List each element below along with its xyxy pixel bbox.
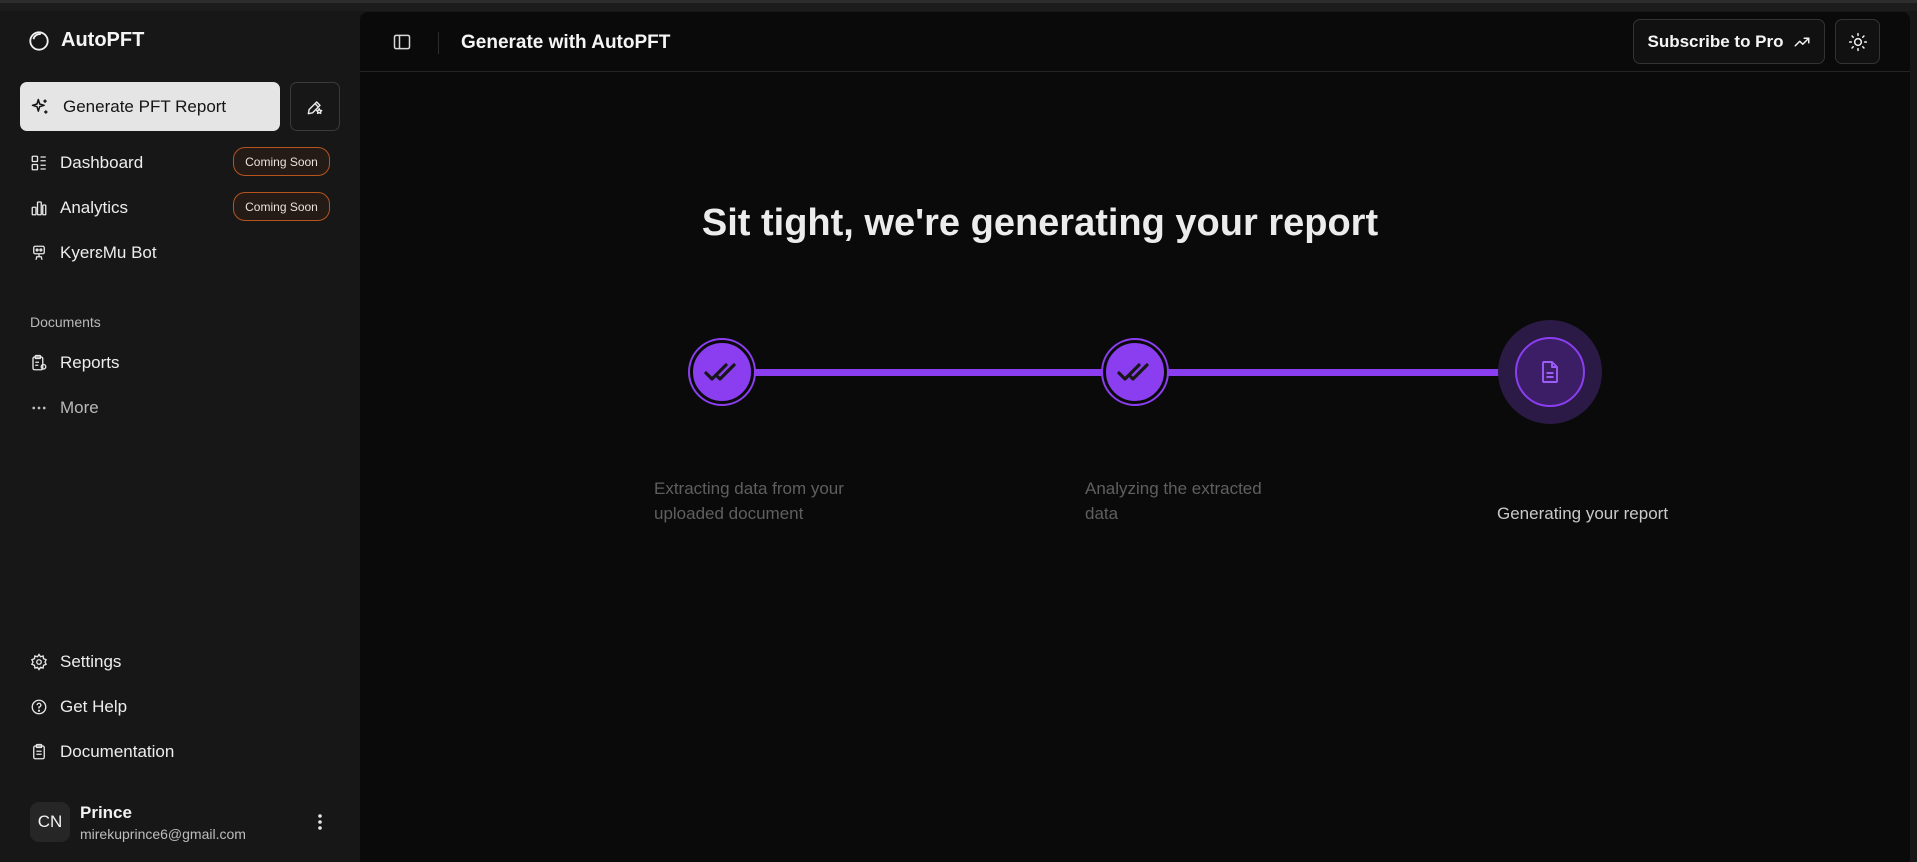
main-panel: Generate with AutoPFT Subscribe to Pro S… (360, 12, 1910, 862)
double-check-icon (1117, 363, 1149, 381)
sidebar-item-label: Settings (60, 652, 122, 671)
toggle-sidebar-button[interactable] (390, 30, 414, 54)
top-header: Generate with AutoPFT Subscribe to Pro (360, 12, 1910, 72)
clipboard-icon (33, 743, 45, 760)
sidebar-item-label: Get Help (60, 697, 128, 716)
sidebar-item-label: Analytics (60, 198, 129, 217)
sidebar-item-label: KyerɛMu Bot (60, 243, 157, 262)
user-email: mirekuprince6@gmail.com (80, 825, 246, 842)
sidebar-item-kyeremu-bot[interactable]: KyerɛMu Bot (30, 243, 157, 263)
generate-pft-report-button[interactable]: Generate PFT Report (20, 82, 280, 131)
subscribe-to-pro-button[interactable]: Subscribe to Pro (1633, 19, 1825, 64)
step-1-indicator (690, 340, 754, 404)
sidebar-item-label: Dashboard (60, 153, 144, 172)
step-2-label: Analyzing the extracted data (1085, 479, 1262, 523)
subscribe-label: Subscribe to Pro (1647, 31, 1784, 51)
user-profile[interactable]: CN Prince mirekuprince6@gmail.com (30, 802, 246, 842)
document-icon (1542, 361, 1558, 383)
sidebar-item-more[interactable]: More (30, 398, 99, 418)
sidebar-item-documentation[interactable]: Documentation (30, 742, 174, 762)
more-vertical-icon (318, 814, 322, 830)
double-check-icon (704, 363, 736, 381)
page-title: Generate with AutoPFT (461, 32, 671, 53)
pen-star-icon (307, 100, 323, 114)
sidebar-item-analytics[interactable]: Analytics (30, 198, 128, 218)
avatar: CN (30, 802, 70, 842)
progress-headline: Sit tight, we're generating your report (360, 202, 1910, 245)
robot-icon (33, 245, 45, 260)
user-name: Prince (80, 802, 132, 822)
step-1-label: Extracting data from your uploaded docum… (654, 479, 844, 523)
new-document-button[interactable] (290, 82, 340, 131)
app-name: AutoPFT (61, 29, 145, 51)
sidebar-item-get-help[interactable]: Get Help (30, 697, 127, 717)
header-divider (438, 32, 439, 54)
sidebar-item-label: Documentation (60, 742, 175, 761)
headline-text: Sit tight, we're generating your report (701, 202, 1379, 244)
generate-pft-report-label: Generate PFT Report (63, 96, 227, 116)
sparkles-icon (31, 98, 48, 114)
sidebar-item-label: More (60, 398, 99, 417)
coming-soon-badge: Coming Soon (233, 192, 330, 221)
trending-up-icon (1794, 37, 1810, 46)
theme-toggle-button[interactable] (1835, 19, 1880, 64)
clipboard-report-icon (32, 354, 47, 371)
help-circle-icon (31, 699, 47, 715)
documents-section-label: Documents (30, 314, 101, 330)
sidebar-item-reports[interactable]: Reports (30, 353, 120, 373)
sun-icon (1848, 32, 1867, 51)
step-3-indicator (1515, 337, 1585, 407)
brand[interactable]: AutoPFT (28, 29, 144, 52)
gear-icon (30, 653, 48, 671)
sidebar-item-label: Reports (60, 353, 120, 372)
progress-track-segment (722, 369, 1106, 376)
more-horizontal-icon (32, 406, 46, 410)
step-2-indicator (1103, 340, 1167, 404)
dashboard-icon (31, 155, 46, 171)
sidebar: AutoPFT Generate PFT Report Dashboard Co… (0, 0, 360, 862)
sidebar-toggle-icon (393, 34, 411, 50)
step-3-label: Generating your report (1497, 504, 1669, 523)
sidebar-item-dashboard[interactable]: Dashboard (30, 153, 143, 173)
user-menu-button[interactable] (305, 810, 335, 834)
progress-track-segment (1135, 369, 1500, 376)
sidebar-item-settings[interactable]: Settings (30, 652, 121, 672)
autopft-logo-icon (29, 30, 49, 51)
bar-chart-icon (31, 201, 47, 216)
coming-soon-badge: Coming Soon (233, 147, 330, 176)
